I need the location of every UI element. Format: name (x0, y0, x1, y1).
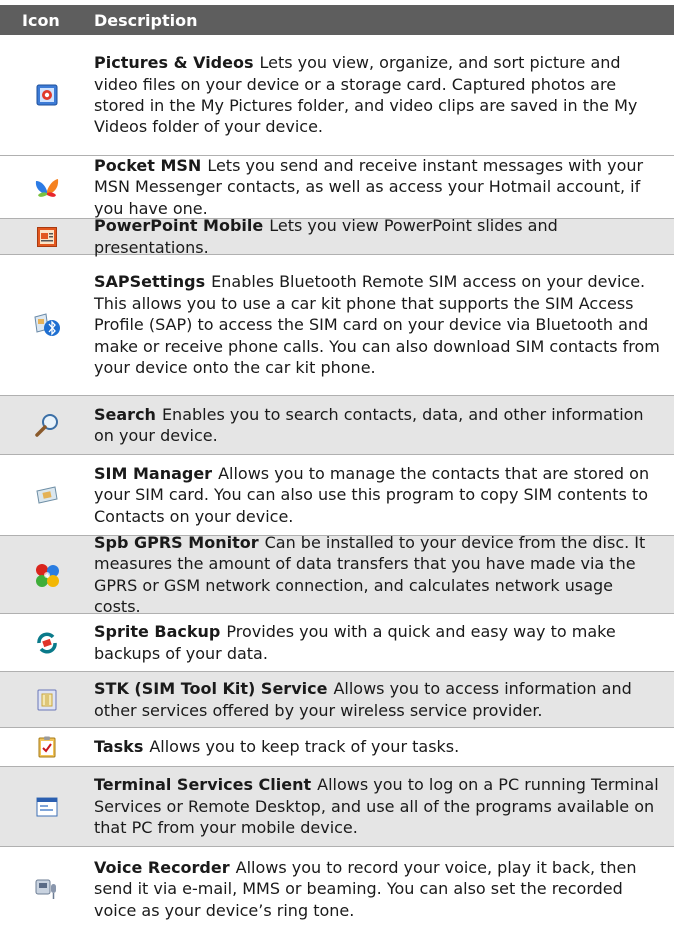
program-name: STK (SIM Tool Kit) Service (94, 679, 328, 699)
program-name: Sprite Backup (94, 622, 221, 642)
stk-service-icon (37, 689, 57, 710)
table-row: Spb GPRS Monitor Can be installed to your… (0, 532, 674, 616)
table-header: Icon Description (0, 5, 674, 35)
sim-manager-icon (36, 486, 58, 504)
table-row: Pocket MSN Lets you send and receive inst… (0, 156, 674, 219)
program-name: Spb GPRS Monitor (94, 532, 259, 552)
sprite-backup-icon (37, 632, 57, 653)
table-row: STK (SIM Tool Kit) Service Allows you to … (0, 672, 674, 728)
table-row: Sprite Backup Provides you with a quick a… (0, 614, 674, 672)
header-description-column: Description (94, 10, 198, 30)
program-description: Enables you to search contacts, data, an… (94, 404, 644, 445)
program-name: PowerPoint Mobile (94, 216, 264, 236)
program-name: Pictures & Videos (94, 53, 254, 73)
program-description: Allows you to keep track of your tasks. (149, 737, 460, 757)
powerpoint-mobile-icon (37, 226, 57, 247)
table-row: SAPSettings Enables Bluetooth Remote SIM … (0, 255, 674, 396)
program-name: Voice Recorder (94, 857, 230, 877)
table-row: Pictures & Videos Lets you view, organize… (0, 35, 674, 156)
tasks-clipboard-icon (38, 736, 56, 758)
program-name: Pocket MSN (94, 155, 202, 175)
program-name: Tasks (94, 737, 144, 757)
table-row: Terminal Services Client Allows you to lo… (0, 767, 674, 847)
search-magnifier-icon (35, 414, 58, 437)
table-row: Tasks Allows you to keep track of your ta… (0, 728, 674, 767)
table-row: SIM Manager Allows you to manage the cont… (0, 455, 674, 536)
table-row: Search Enables you to search contacts, da… (0, 396, 674, 455)
program-name: Search (94, 404, 156, 424)
spb-gprs-monitor-icon (36, 563, 59, 587)
terminal-services-client-icon (36, 797, 58, 816)
pictures-videos-icon (36, 84, 58, 106)
programs-table: Icon Description Pictures & Videos Lets y… (0, 5, 674, 931)
program-name: Terminal Services Client (94, 775, 312, 795)
voice-recorder-icon (35, 879, 56, 899)
header-icon-column: Icon (22, 10, 60, 30)
sap-settings-bluetooth-icon (34, 313, 60, 336)
pocket-msn-butterfly-icon (35, 179, 59, 197)
table-row: PowerPoint Mobile Lets you view PowerPoin… (0, 216, 674, 257)
table-row: Voice Recorder Allows you to record your … (0, 847, 674, 931)
program-name: SAPSettings (94, 272, 206, 292)
program-name: SIM Manager (94, 463, 213, 483)
